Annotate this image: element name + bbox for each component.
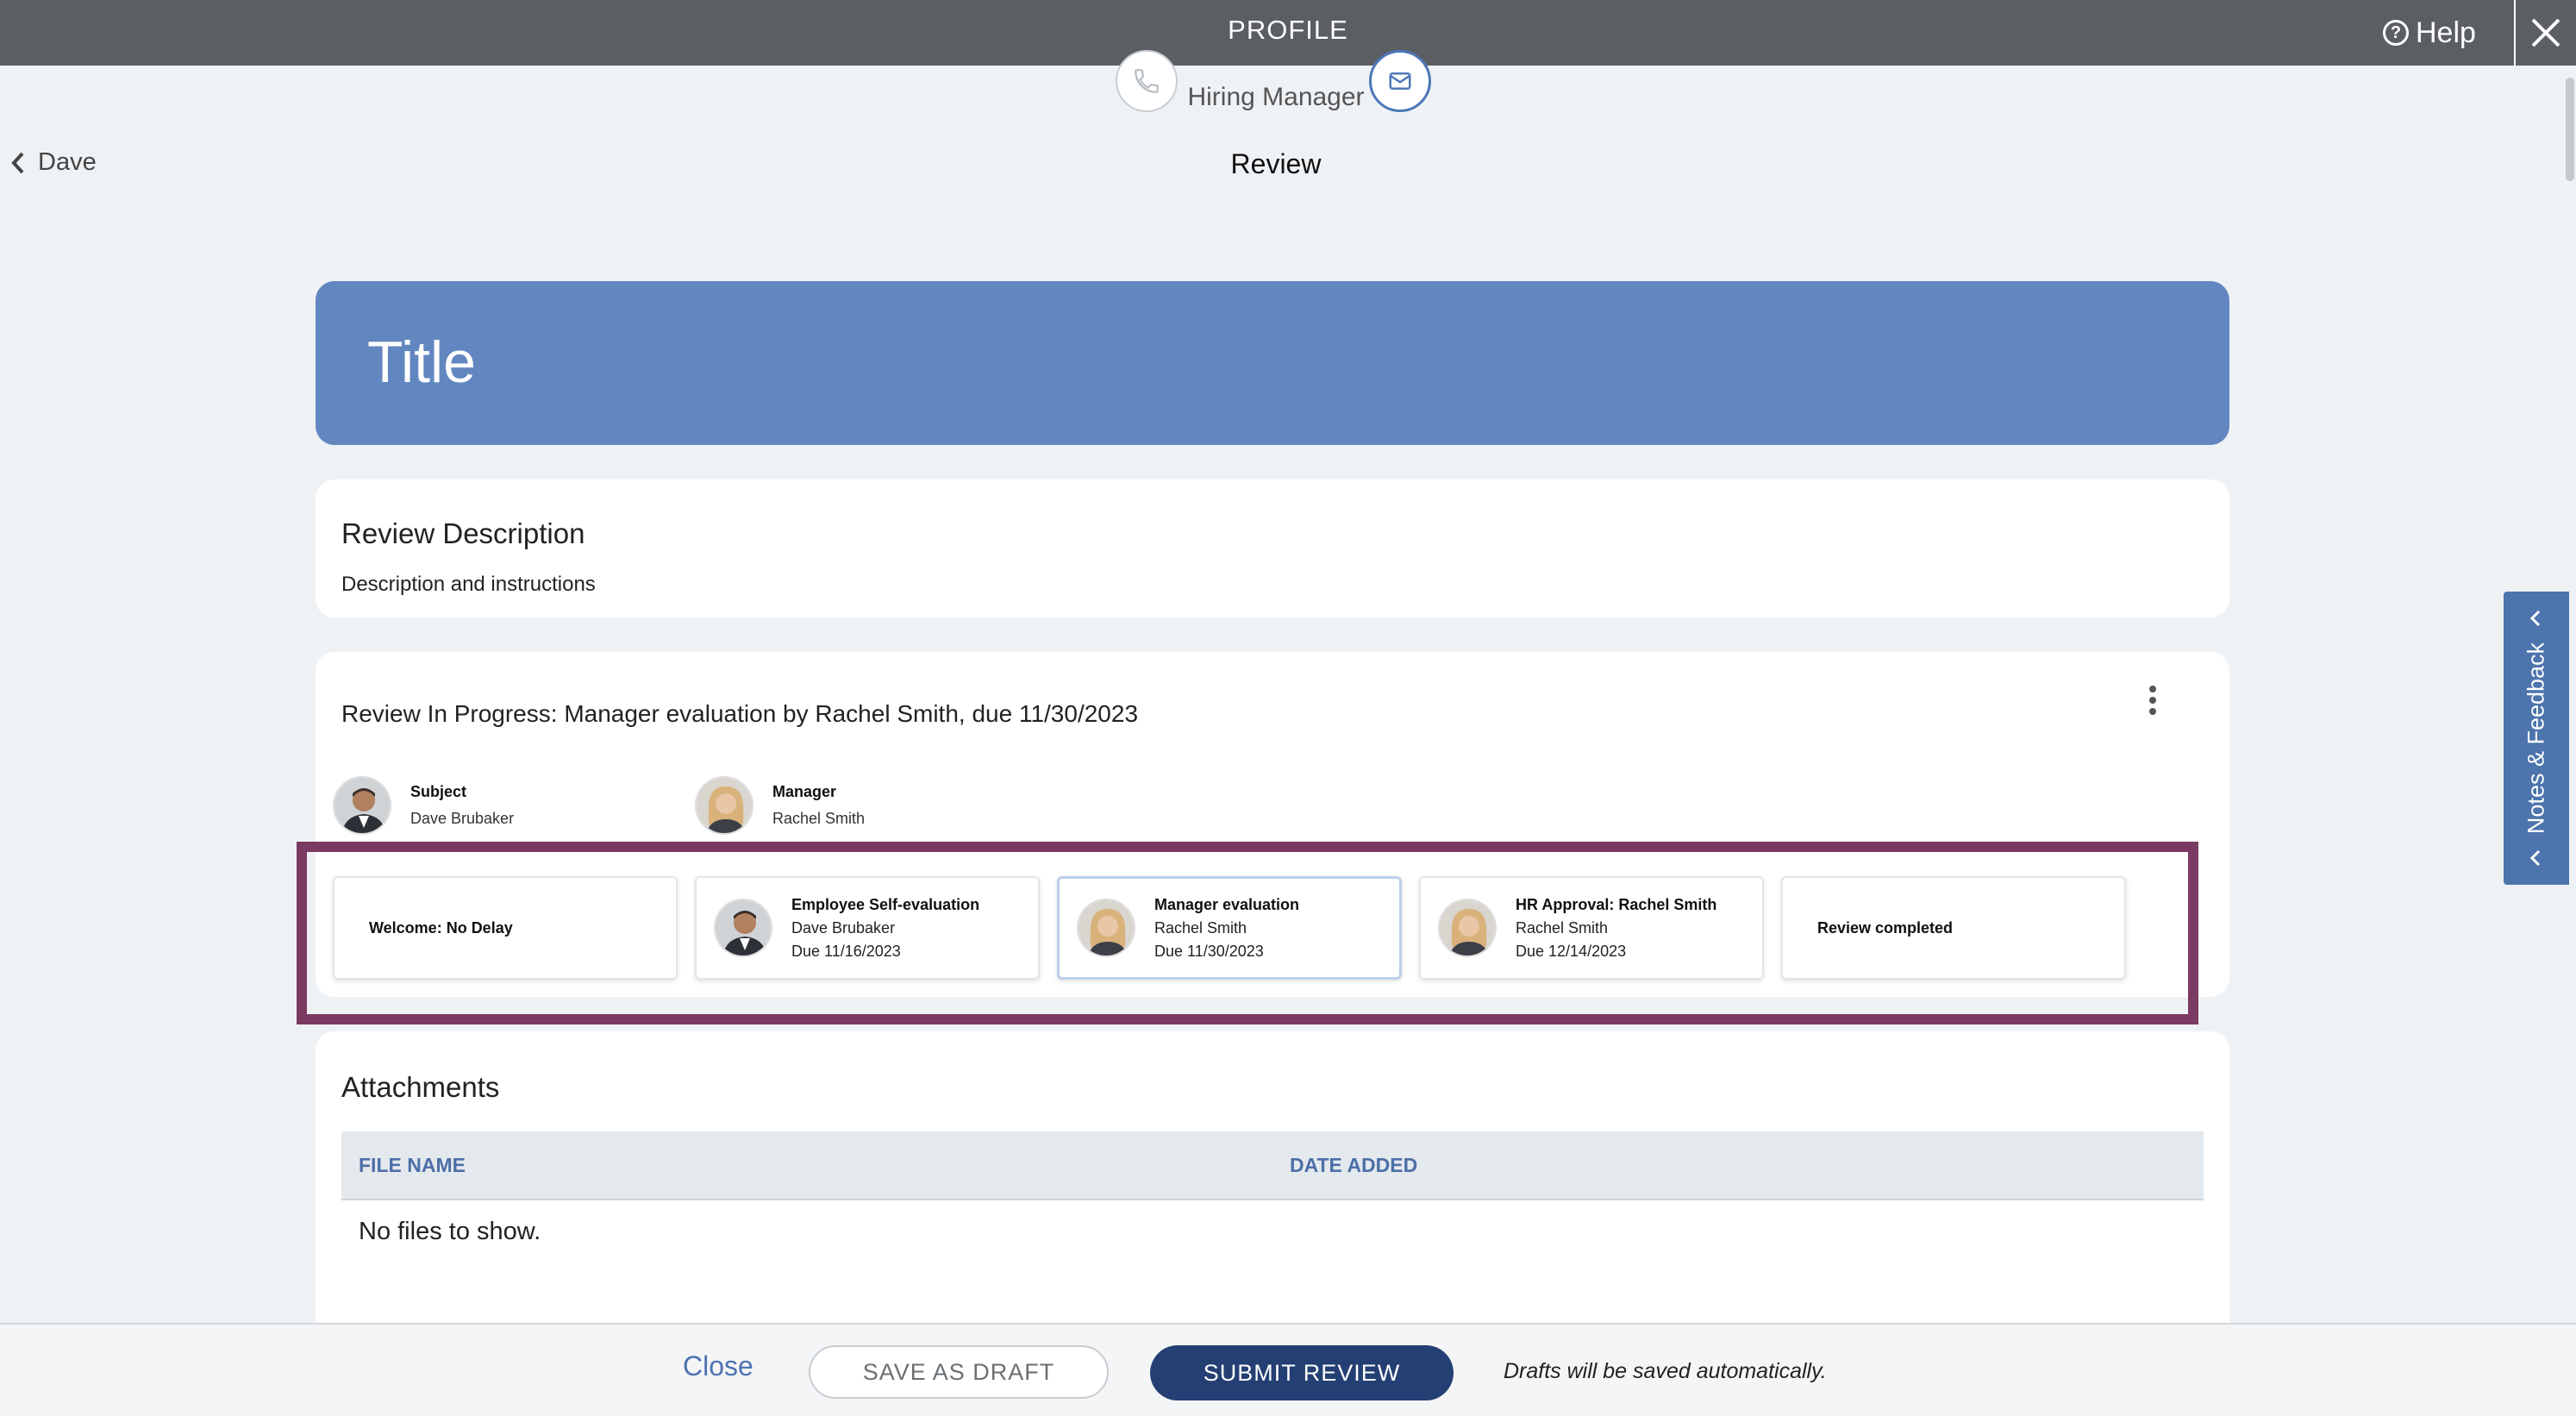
submit-review-button[interactable]: SUBMIT REVIEW bbox=[1150, 1345, 1454, 1400]
description-heading: Review Description bbox=[341, 517, 585, 549]
kebab-menu-button[interactable] bbox=[2140, 681, 2166, 719]
drafts-note: Drafts will be saved automatically. bbox=[1504, 1359, 1827, 1383]
description-text: Description and instructions bbox=[341, 573, 596, 596]
manager-participant: Manager Rachel Smith bbox=[695, 776, 865, 835]
help-button[interactable]: ? Help bbox=[2383, 0, 2476, 66]
notes-feedback-label: Notes & Feedback bbox=[2523, 642, 2549, 835]
notes-feedback-tab[interactable]: Notes & Feedback bbox=[2504, 592, 2569, 885]
workflow-highlight-box bbox=[297, 842, 2198, 1024]
review-status: Review In Progress: Manager evaluation b… bbox=[341, 700, 1139, 727]
top-bar: PROFILE ? Help bbox=[0, 0, 2576, 66]
help-label: Help bbox=[2416, 16, 2476, 49]
page-title: Review bbox=[1230, 148, 1322, 179]
manager-name: Rachel Smith bbox=[772, 810, 866, 827]
mail-icon bbox=[1389, 72, 1411, 90]
review-title-banner: Title bbox=[316, 281, 2229, 445]
attachments-heading: Attachments bbox=[341, 1071, 500, 1103]
column-file-name[interactable]: FILE NAME bbox=[359, 1154, 466, 1177]
attachments-empty-text: No files to show. bbox=[359, 1218, 541, 1245]
close-icon bbox=[2531, 18, 2560, 47]
column-date-added[interactable]: DATE ADDED bbox=[1290, 1154, 1417, 1177]
close-link[interactable]: Close bbox=[683, 1350, 753, 1382]
subject-name: Dave Brubaker bbox=[410, 810, 515, 827]
avatar bbox=[695, 776, 753, 835]
avatar bbox=[333, 776, 391, 835]
kebab-menu-icon bbox=[2149, 686, 2156, 692]
scrollbar-thumb[interactable] bbox=[2566, 78, 2574, 181]
save-as-draft-button[interactable]: SAVE AS DRAFT bbox=[809, 1345, 1109, 1399]
subject-role: Subject bbox=[410, 783, 467, 800]
subject-participant: Subject Dave Brubaker bbox=[333, 776, 514, 835]
page-header-title: PROFILE bbox=[1228, 15, 1348, 45]
contact-role: Hiring Manager bbox=[1187, 83, 1365, 111]
attachments-table-header: FILE NAME DATE ADDED bbox=[341, 1131, 2204, 1200]
chevron-left-icon bbox=[2529, 610, 2541, 627]
chevron-left-icon bbox=[2529, 849, 2541, 867]
footer-bar: Close SAVE AS DRAFT SUBMIT REVIEW Drafts… bbox=[0, 1323, 2576, 1416]
email-button[interactable] bbox=[1369, 50, 1431, 112]
manager-role: Manager bbox=[772, 783, 837, 800]
help-icon: ? bbox=[2383, 20, 2409, 46]
review-title: Title bbox=[367, 329, 476, 395]
close-button[interactable] bbox=[2514, 0, 2576, 66]
review-description-card: Review Description Description and instr… bbox=[316, 479, 2229, 617]
